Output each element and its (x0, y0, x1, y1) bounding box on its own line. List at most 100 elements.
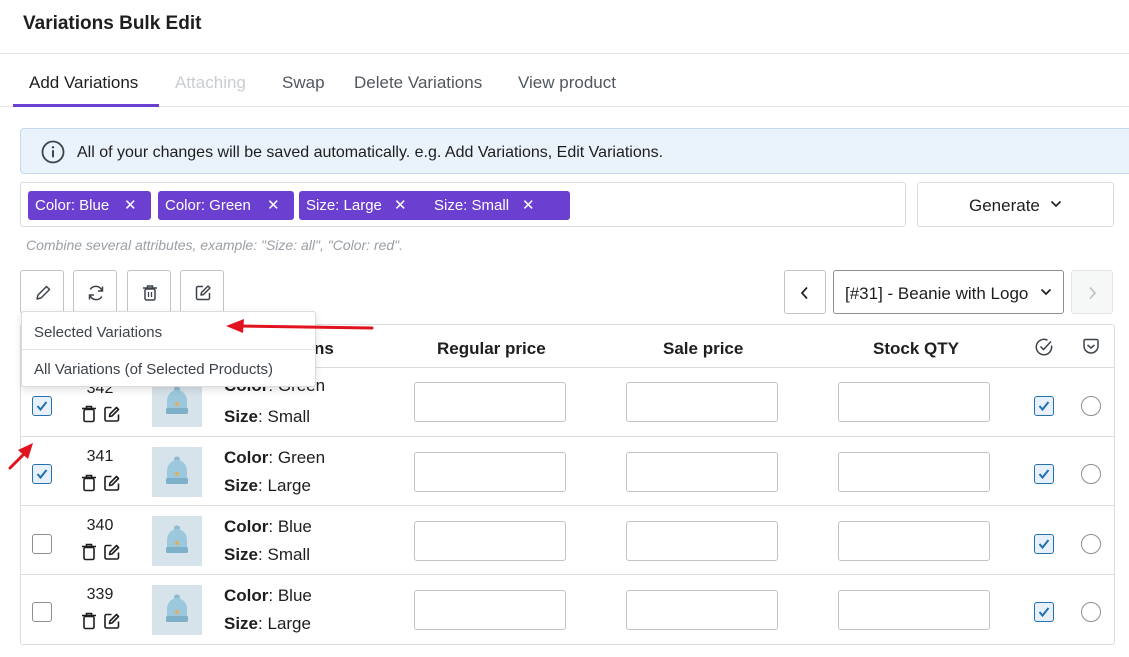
attribute-value: Small (267, 407, 310, 426)
check-circle-icon[interactable] (1034, 337, 1054, 357)
trash-icon[interactable] (81, 543, 97, 561)
chip-label: Color: Green (165, 197, 251, 214)
attribute-size: Size: Small (224, 545, 310, 564)
refresh-button[interactable] (73, 270, 117, 314)
chip-remove-icon[interactable]: ✕ (522, 191, 535, 220)
attribute-name: Color (224, 586, 269, 605)
column-header-attributes: ns (314, 339, 334, 358)
tab-add-variations[interactable]: Add Variations (29, 73, 138, 93)
attribute-value: Large (267, 614, 311, 633)
info-icon (41, 140, 65, 164)
default-radio[interactable] (1081, 534, 1101, 554)
delete-button[interactable] (127, 270, 171, 314)
tab-bar: Add Variations Attaching Swap Delete Var… (0, 54, 1129, 107)
attribute-name: Size (224, 476, 259, 495)
variation-thumbnail (152, 516, 202, 566)
variation-thumbnail (152, 585, 202, 635)
row-select-checkbox[interactable] (32, 464, 52, 484)
menu-item-all-variations[interactable]: All Variations (of Selected Products) (22, 351, 315, 389)
column-header-sale-price: Sale price (663, 339, 744, 358)
default-radio[interactable] (1081, 602, 1101, 622)
edit-box-icon[interactable] (103, 474, 121, 492)
stock-qty-input[interactable] (838, 382, 990, 422)
table-row: 339 Color: Blue Size: Large (21, 574, 1114, 644)
attribute-name: Size (224, 614, 259, 633)
chevron-right-icon (1089, 286, 1097, 300)
active-tab-indicator (13, 104, 159, 107)
bulk-edit-button[interactable] (20, 270, 64, 314)
beanie-image (166, 456, 188, 484)
sale-price-input[interactable] (626, 382, 778, 422)
attribute-chip: Color: Blue ✕ (28, 191, 151, 220)
generate-button-label: Generate (969, 196, 1040, 215)
beanie-image (166, 594, 188, 622)
checkmark-icon (36, 401, 48, 412)
sale-price-input[interactable] (626, 452, 778, 492)
enabled-checkbox[interactable] (1034, 396, 1054, 416)
enabled-checkbox[interactable] (1034, 602, 1054, 622)
regular-price-input[interactable] (414, 521, 566, 561)
trash-icon (143, 285, 157, 301)
chip-remove-icon[interactable]: ✕ (394, 191, 407, 220)
sale-price-input[interactable] (626, 521, 778, 561)
row-select-checkbox[interactable] (32, 396, 52, 416)
table-row: 340 Color: Blue Size: Small (21, 505, 1114, 575)
regular-price-input[interactable] (414, 382, 566, 422)
row-select-checkbox[interactable] (32, 602, 52, 622)
tab-swap[interactable]: Swap (282, 73, 325, 93)
table-row: 341 Color: Green Size: Large (21, 436, 1114, 506)
row-select-checkbox[interactable] (32, 534, 52, 554)
chip-label: Size: Small (434, 197, 510, 214)
refresh-icon (88, 285, 104, 301)
chip-remove-icon[interactable]: ✕ (267, 191, 280, 220)
checkmark-icon (1038, 469, 1050, 480)
stock-qty-input[interactable] (838, 452, 990, 492)
attribute-size: Size: Large (224, 476, 311, 495)
stock-qty-input[interactable] (838, 521, 990, 561)
trash-icon[interactable] (81, 474, 97, 492)
edit-box-icon[interactable] (103, 405, 121, 423)
tab-attaching[interactable]: Attaching (175, 73, 246, 93)
trash-icon[interactable] (81, 612, 97, 630)
attribute-value: Small (267, 545, 310, 564)
default-radio[interactable] (1081, 464, 1101, 484)
attribute-value: Green (277, 448, 326, 467)
next-product-button[interactable] (1071, 270, 1113, 314)
attribute-chip: Size: Small ✕ (427, 191, 570, 220)
regular-price-input[interactable] (414, 452, 566, 492)
attribute-color: Color: Blue (224, 517, 312, 536)
column-header-regular-price: Regular price (437, 339, 546, 358)
attribute-chip: Color: Green ✕ (158, 191, 294, 220)
chip-label: Color: Blue (35, 197, 110, 214)
previous-product-button[interactable] (784, 270, 826, 314)
info-notice: All of your changes will be saved automa… (20, 128, 1129, 174)
tab-delete-variations[interactable]: Delete Variations (354, 73, 482, 93)
enabled-checkbox[interactable] (1034, 534, 1054, 554)
regular-price-input[interactable] (414, 590, 566, 630)
checkmark-icon (1038, 539, 1050, 550)
menu-item-selected-variations[interactable]: Selected Variations (22, 314, 315, 352)
attribute-name: Color (224, 517, 269, 536)
pencil-icon (36, 285, 51, 300)
tab-view-product[interactable]: View product (518, 73, 616, 93)
edit-box-icon[interactable] (103, 543, 121, 561)
default-radio[interactable] (1081, 396, 1101, 416)
chip-label: Size: Large (306, 197, 382, 214)
page-header: Variations Bulk Edit (0, 0, 1129, 54)
attribute-size: Size: Large (224, 614, 311, 633)
check-shield-icon[interactable] (1081, 337, 1101, 357)
attribute-selector[interactable]: Color: Blue ✕ Color: Green ✕ Size: Large… (20, 182, 906, 227)
variation-id: 339 (86, 586, 114, 603)
product-select[interactable]: [#31] - Beanie with Logo (833, 270, 1064, 314)
stock-qty-input[interactable] (838, 590, 990, 630)
edit-box-icon[interactable] (103, 612, 121, 630)
sale-price-input[interactable] (626, 590, 778, 630)
edit-selected-button[interactable] (180, 270, 224, 314)
checkmark-icon (36, 469, 48, 480)
enabled-checkbox[interactable] (1034, 464, 1054, 484)
generate-button[interactable]: Generate (917, 182, 1114, 227)
attribute-color: Color: Green (224, 448, 326, 467)
variation-thumbnail (152, 447, 202, 497)
trash-icon[interactable] (81, 405, 97, 423)
chip-remove-icon[interactable]: ✕ (124, 191, 137, 220)
